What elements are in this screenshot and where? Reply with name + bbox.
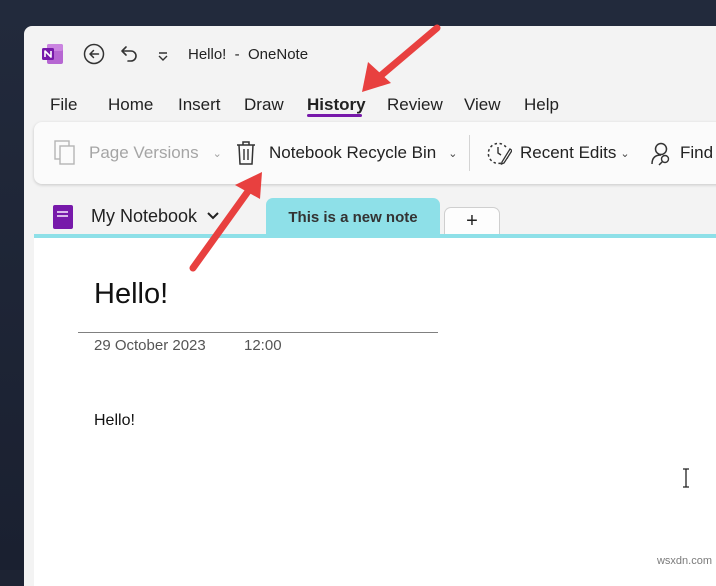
- tab-history[interactable]: History: [307, 95, 366, 115]
- chevron-down-icon[interactable]: [206, 209, 220, 223]
- chevron-down-icon: ⌄: [212, 147, 222, 160]
- title-divider: [78, 332, 438, 333]
- page-canvas[interactable]: Hello! 29 October 2023 12:00 Hello!: [34, 238, 716, 586]
- notebook-recycle-bin-label: Notebook Recycle Bin: [269, 143, 437, 162]
- chevron-down-icon: ⌄: [620, 147, 630, 160]
- window-title: Hello! - OneNote: [188, 46, 309, 63]
- chevron-down-icon: [158, 52, 168, 61]
- title-bar: Hello! - OneNote: [24, 26, 716, 84]
- tab-draw[interactable]: Draw: [244, 95, 284, 115]
- find-label: Find: [680, 143, 714, 162]
- tab-insert[interactable]: Insert: [178, 95, 221, 115]
- chevron-down-icon: ⌄: [448, 147, 458, 160]
- trash-icon: [237, 141, 255, 165]
- tab-view[interactable]: View: [464, 95, 501, 115]
- back-button[interactable]: [82, 42, 106, 66]
- active-tab-indicator: [307, 114, 362, 117]
- page-versions-label: Page Versions: [89, 143, 199, 162]
- onenote-logo-icon: [42, 44, 63, 64]
- undo-button[interactable]: [117, 42, 141, 66]
- add-section-button[interactable]: +: [444, 207, 500, 235]
- page-date: 29 October 2023: [94, 337, 206, 354]
- text-cursor-icon: [683, 468, 689, 488]
- notebook-name[interactable]: My Notebook: [91, 206, 197, 227]
- tab-file[interactable]: File: [50, 95, 77, 115]
- find-person-icon: [651, 142, 670, 166]
- notebook-icon: [53, 205, 73, 229]
- page-versions-button[interactable]: Page Versions ⌄: [53, 122, 222, 184]
- undo-icon: [121, 46, 137, 62]
- recent-edits-label: Recent Edits: [520, 143, 617, 162]
- menu-bar: File Home Insert Draw History Review Vie…: [24, 90, 716, 120]
- page-versions-icon: [54, 140, 75, 165]
- recent-edits-button[interactable]: Recent Edits ⌄: [486, 122, 630, 184]
- tab-home[interactable]: Home: [108, 95, 153, 115]
- tab-help[interactable]: Help: [524, 95, 559, 115]
- customize-quick-access-button[interactable]: [154, 44, 172, 66]
- onenote-window: Hello! - OneNote File Home Insert Draw H…: [24, 26, 716, 586]
- ribbon-separator: [469, 135, 470, 171]
- page-title[interactable]: Hello!: [94, 278, 168, 311]
- back-arrow-icon: [83, 43, 105, 65]
- find-by-author-button[interactable]: Find: [646, 122, 713, 184]
- ribbon: Page Versions ⌄ Notebook Recycle Bin ⌄ R…: [34, 122, 716, 184]
- page-body-text[interactable]: Hello!: [94, 412, 135, 430]
- watermark: wsxdn.com: [656, 555, 712, 567]
- tab-review[interactable]: Review: [387, 95, 443, 115]
- notebook-recycle-bin-button[interactable]: Notebook Recycle Bin ⌄: [235, 122, 457, 184]
- page-time: 12:00: [244, 337, 282, 354]
- section-tab-new-note[interactable]: This is a new note: [266, 198, 440, 236]
- recent-edits-icon: [487, 142, 512, 166]
